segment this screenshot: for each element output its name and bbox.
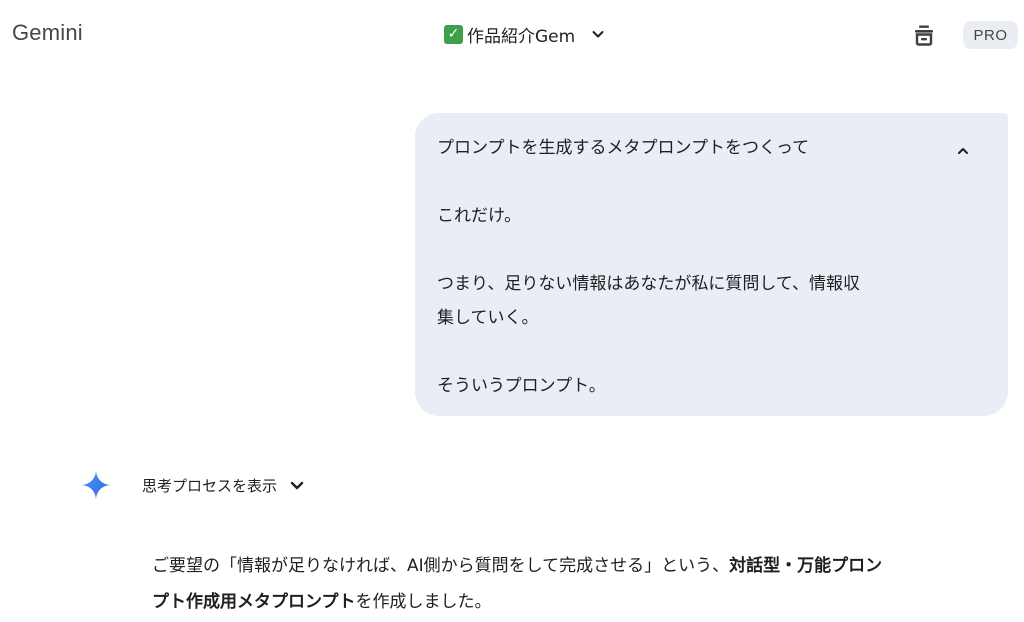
model-response-header: 思考プロセスを表示	[80, 468, 305, 502]
response-text: ご要望の「情報が足りなければ、AI側から質問をして完成させる」という、	[152, 556, 730, 576]
user-message-line: プロンプトを生成するメタプロンプトをつくって	[437, 138, 810, 158]
response-bold-text: 対話型・万能プロン	[729, 556, 883, 576]
app-title: Gemini	[12, 20, 83, 45]
user-message-line: 集していく。	[437, 308, 539, 328]
top-bar: Gemini ✓ 作品紹介Gem PRO	[0, 0, 1024, 70]
show-thinking-toggle[interactable]: 思考プロセスを表示	[142, 475, 305, 496]
gemini-spark-icon	[82, 471, 110, 499]
collapse-message-button[interactable]	[951, 139, 975, 163]
show-thinking-label: 思考プロセスを表示	[142, 476, 278, 495]
share-icon	[915, 25, 933, 46]
gem-selector-button[interactable]: ✓ 作品紹介Gem	[444, 20, 605, 48]
share-button[interactable]	[908, 20, 940, 50]
gem-name: 作品紹介Gem	[467, 26, 576, 47]
user-message-bubble: プロンプトを生成するメタプロンプトをつくって これだけ。 つまり、足りない情報は…	[415, 113, 1008, 416]
user-message-line: これだけ。	[437, 206, 522, 226]
response-text: を作成しました。	[355, 592, 492, 612]
model-response-text: ご要望の「情報が足りなければ、AI側から質問をして完成させる」という、対話型・万…	[152, 548, 1002, 620]
checkmark-icon: ✓	[444, 24, 463, 44]
user-message-line: そういうプロンプト。	[437, 376, 606, 396]
user-message-line: つまり、足りない情報はあなたが私に質問して、情報収	[437, 274, 860, 294]
chevron-down-icon	[290, 481, 304, 490]
plan-badge[interactable]: PRO	[963, 21, 1018, 49]
chevron-up-icon	[958, 148, 968, 154]
response-bold-text: プト作成用メタプロンプト	[152, 592, 356, 612]
chevron-down-icon	[592, 31, 604, 38]
